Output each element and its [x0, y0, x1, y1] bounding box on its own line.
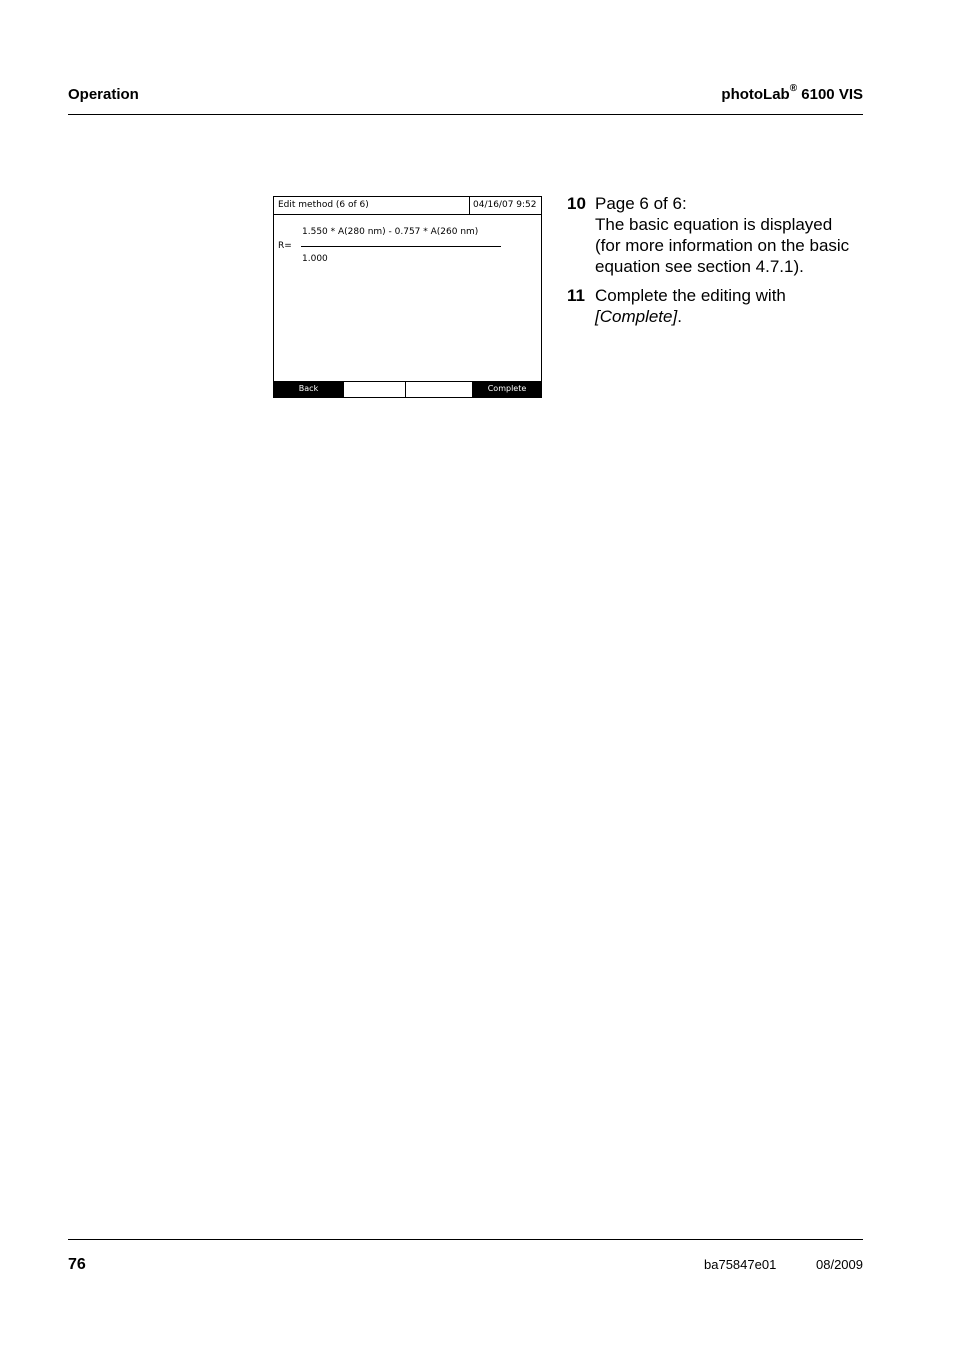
step-text: Page 6 of 6: The basic equation is displ… — [595, 193, 865, 277]
header-divider — [68, 114, 863, 115]
back-softkey[interactable]: Back — [274, 382, 344, 397]
step-number: 11 — [567, 286, 585, 305]
device-screen: Edit method (6 of 6) 04/16/07 9:52 R= 1.… — [273, 196, 542, 398]
equation-denominator: 1.000 — [302, 254, 328, 264]
screen-title-bar: Edit method (6 of 6) 04/16/07 9:52 — [274, 197, 541, 215]
complete-key-reference: [Complete] — [595, 307, 678, 326]
screen-datetime: 04/16/07 9:52 — [469, 197, 541, 214]
header-section-title: Operation — [68, 86, 139, 103]
equation-numerator: 1.550 * A(280 nm) - 0.757 * A(260 nm) — [302, 227, 479, 237]
step-line: Page 6 of 6: — [595, 194, 687, 213]
page-number: 76 — [68, 1256, 86, 1273]
result-label: R= — [278, 241, 292, 251]
header-product-title: photoLab® 6100 VIS — [721, 83, 863, 103]
document-date: 08/2009 — [816, 1257, 863, 1272]
screen-title: Edit method (6 of 6) — [278, 200, 369, 210]
softkey-3[interactable] — [406, 382, 473, 397]
step-line: [Complete]. — [595, 306, 865, 327]
fraction-bar — [301, 246, 501, 247]
document-id: ba75847e01 — [704, 1257, 777, 1272]
step-line: equation see section 4.7.1). — [595, 257, 804, 276]
step-line: The basic equation is displayed — [595, 215, 833, 234]
step-line: Complete the editing with — [595, 286, 786, 305]
softkey-2[interactable] — [344, 382, 406, 397]
complete-softkey[interactable]: Complete — [473, 382, 541, 397]
footer-divider — [68, 1239, 863, 1240]
softkey-bar: Back Complete — [274, 381, 541, 397]
step-text: Complete the editing with [Complete]. — [595, 285, 865, 327]
step-suffix: . — [677, 307, 682, 326]
registered-mark: ® — [789, 83, 798, 94]
product-model: 6100 VIS — [801, 86, 863, 103]
step-line: (for more information on the basic — [595, 236, 850, 255]
step-number: 10 — [567, 194, 586, 213]
product-name: photoLab — [721, 86, 790, 103]
